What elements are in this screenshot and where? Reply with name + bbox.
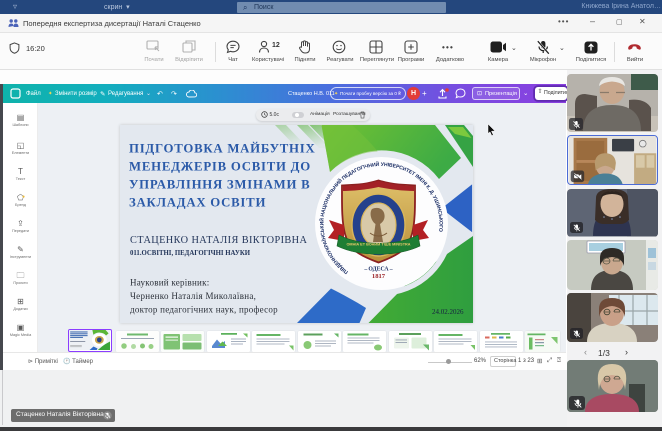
svg-text:МЕНЕДЖЕРІВ ОСВІТИ ДО: МЕНЕДЖЕРІВ ОСВІТИ ДО — [129, 159, 311, 173]
svg-text:ОМНІА ЕТ ВОНИМ ТІШЕ МІNISTRA: ОМНІА ЕТ ВОНИМ ТІШЕ МІNISTRA — [346, 242, 410, 246]
svg-text:24.02.2026: 24.02.2026 — [432, 308, 464, 316]
svg-text:1817: 1817 — [371, 273, 385, 280]
svg-text:Науковий керівник:: Науковий керівник: — [130, 277, 209, 287]
svg-text:ПІДГОТОВКА МАЙБУТНІХ: ПІДГОТОВКА МАЙБУТНІХ — [129, 141, 315, 155]
svg-text:СТАЦЕНКО НАТАЛІЯ ВІКТОРІВНА: СТАЦЕНКО НАТАЛІЯ ВІКТОРІВНА — [130, 235, 308, 246]
svg-text:доктор педагогічних наук, проф: доктор педагогічних наук, професор — [130, 304, 278, 314]
svg-text:011.ОСВІТНІ, ПЕДАГОГІЧНІ НАУКИ: 011.ОСВІТНІ, ПЕДАГОГІЧНІ НАУКИ — [130, 250, 251, 257]
svg-text:УПРАВЛІННЯ ЗМІНАМИ В: УПРАВЛІННЯ ЗМІНАМИ В — [129, 177, 310, 191]
svg-text:ЗАКЛАДАХ ОСВІТИ: ЗАКЛАДАХ ОСВІТИ — [129, 195, 266, 209]
svg-text:Черненко Наталія Миколаївна,: Черненко Наталія Миколаївна, — [130, 291, 256, 301]
svg-text:– ОДЕСА –: – ОДЕСА – — [363, 266, 392, 272]
